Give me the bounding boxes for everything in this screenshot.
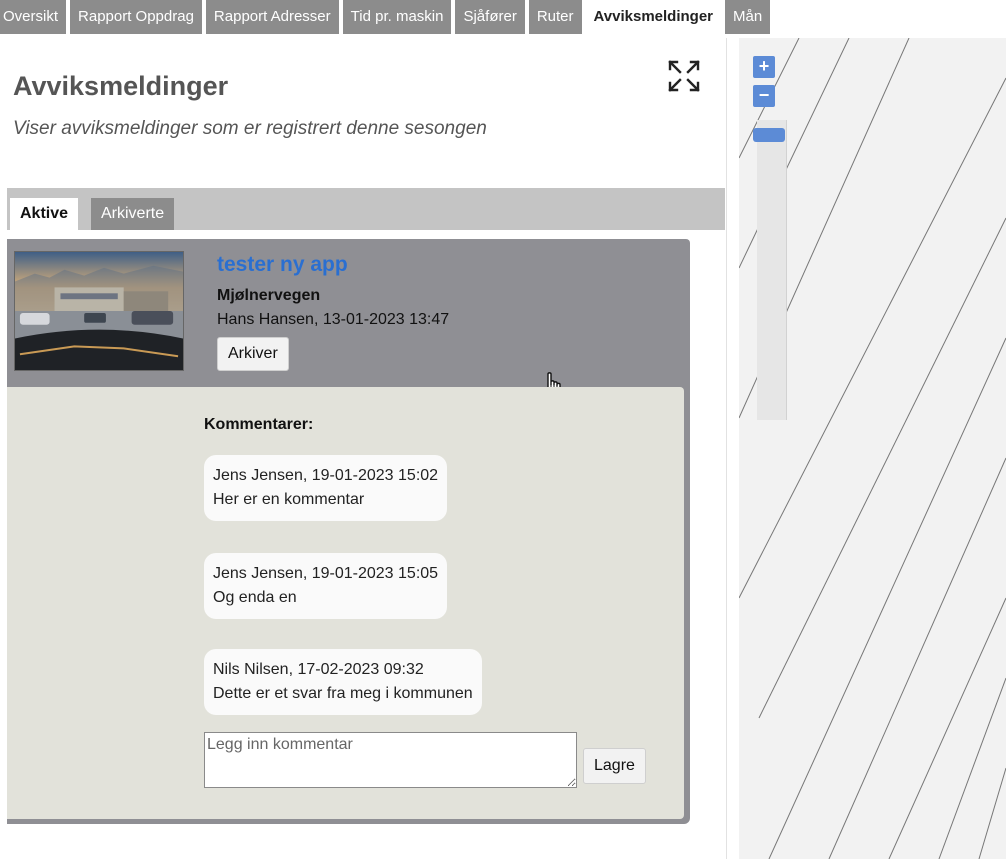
comment-text: Dette er et svar fra meg i kommunen <box>213 685 473 702</box>
tab-arkiverte[interactable]: Arkiverte <box>91 198 175 230</box>
comment-text: Og enda en <box>213 589 297 606</box>
report-meta: Hans Hansen, 13-01-2023 13:47 <box>217 311 450 328</box>
comment-author-time: Jens Jensen, 19-01-2023 15:05 <box>213 565 439 582</box>
archive-button[interactable]: Arkiver <box>217 337 289 371</box>
comment-bubble: Jens Jensen, 19-01-2023 15:02 Her er en … <box>204 455 448 521</box>
tab-avviksmeldinger[interactable]: Avviksmeldinger <box>585 0 721 38</box>
report-address: Mjølnervegen <box>217 287 321 304</box>
tab-rapport-adresser[interactable]: Rapport Adresser <box>205 0 339 34</box>
tab-aktive[interactable]: Aktive <box>10 198 79 230</box>
comments-section: Kommentarer: Jens Jensen, 19-01-2023 15:… <box>7 387 684 819</box>
deviation-card: tester ny app Mjølnervegen Hans Hansen, … <box>7 239 690 824</box>
tab-rapport-oppdrag[interactable]: Rapport Oppdrag <box>70 0 202 34</box>
zoom-out-button[interactable]: − <box>753 85 775 107</box>
zoom-slider-track[interactable] <box>757 120 787 420</box>
top-tab-bar: Oversikt Rapport Oppdrag Rapport Adresser T… <box>0 0 1006 38</box>
comments-heading: Kommentarer: <box>204 416 314 433</box>
report-thumbnail[interactable] <box>14 251 184 371</box>
tab-oversikt[interactable]: Oversikt <box>0 0 67 34</box>
page-title: Avviksmeldinger <box>13 71 229 101</box>
comment-bubble: Nils Nilsen, 17-02-2023 09:32 Dette er e… <box>204 649 482 715</box>
status-tabs: Aktive Arkiverte <box>7 188 725 230</box>
deviations-panel: Avviksmeldinger Viser avviksmeldinger so… <box>0 38 726 859</box>
report-title[interactable]: tester ny app <box>217 253 348 277</box>
expand-arrows-icon[interactable] <box>666 58 702 94</box>
map-view[interactable]: + − <box>739 38 1006 859</box>
comment-author-time: Jens Jensen, 19-01-2023 15:02 <box>213 467 439 484</box>
tab-ruter[interactable]: Ruter <box>528 0 582 34</box>
tab-man[interactable]: Mån <box>725 0 771 34</box>
comment-input[interactable] <box>204 732 577 788</box>
comment-bubble: Jens Jensen, 19-01-2023 15:05 Og enda en <box>204 553 448 619</box>
comment-text: Her er en kommentar <box>213 491 365 508</box>
save-comment-button[interactable]: Lagre <box>583 748 646 784</box>
tab-sjaforer[interactable]: Sjåfører <box>455 0 525 34</box>
comment-author-time: Nils Nilsen, 17-02-2023 09:32 <box>213 661 424 678</box>
page-subtitle: Viser avviksmeldinger som er registrert … <box>13 118 487 139</box>
zoom-in-button[interactable]: + <box>753 56 775 78</box>
panel-divider[interactable] <box>726 38 738 859</box>
tab-tid-pr-maskin[interactable]: Tid pr. maskin <box>342 0 452 34</box>
zoom-slider-handle[interactable] <box>753 128 785 142</box>
